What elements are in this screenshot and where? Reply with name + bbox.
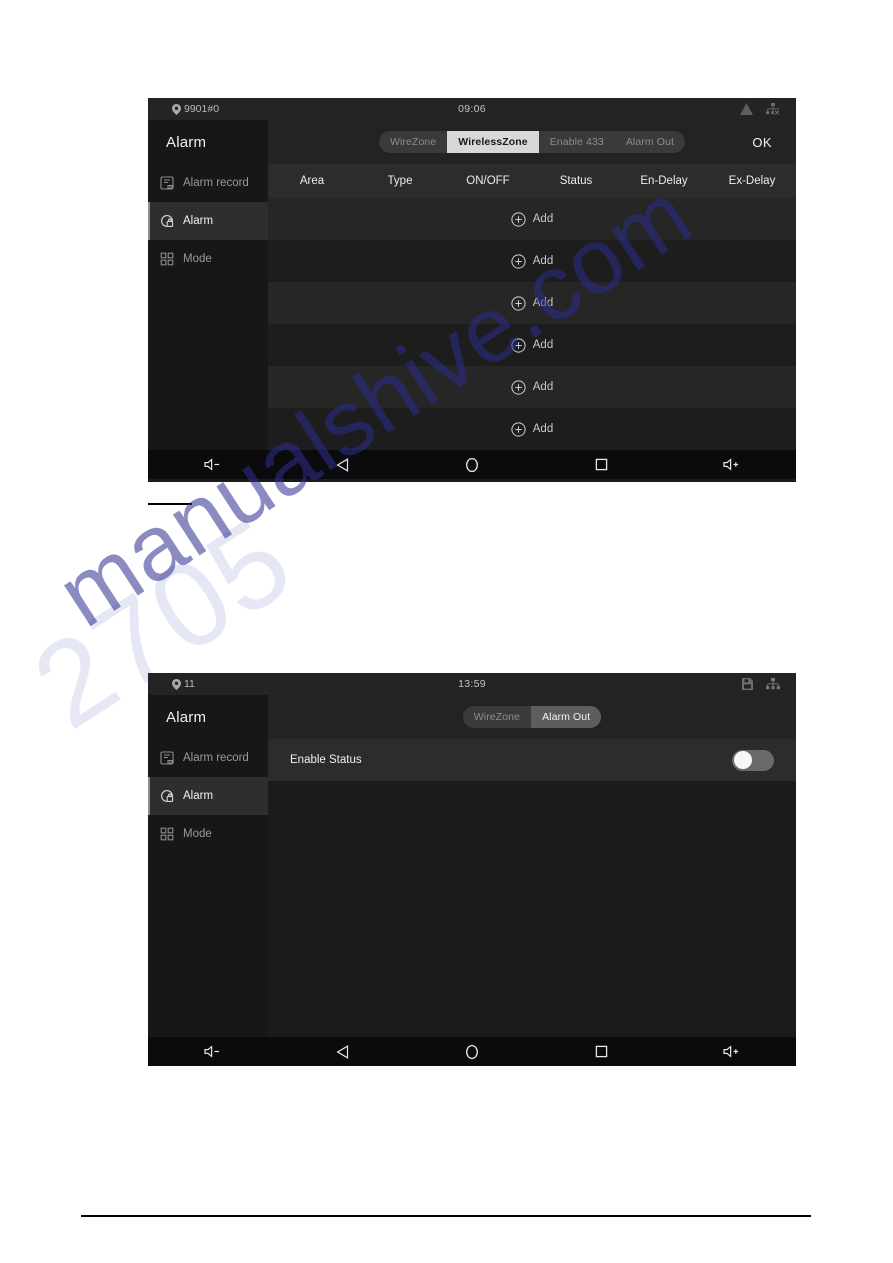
home-circle-icon[interactable] [407, 1044, 537, 1060]
sidebar-item-mode[interactable]: Mode [148, 815, 268, 853]
mode-grid-icon [160, 252, 174, 266]
add-row-label: Add [532, 255, 554, 267]
mode-grid-icon [160, 827, 174, 841]
content-area: WireZone Alarm Out Enable Status [268, 695, 796, 1037]
sidebar-item-label: Mode [183, 253, 212, 265]
tab-wirezone[interactable]: WireZone [463, 706, 531, 728]
status-time: 13:59 [458, 678, 486, 690]
sidebar-item-mode[interactable]: Mode [148, 240, 268, 278]
table-row[interactable]: Add [268, 408, 796, 450]
zone-tab-group: WireZone WirelessZone Enable 433 Alarm O… [378, 131, 685, 153]
device-screenshot-alarm-out: 11 13:59 Alarm Alarm record Alarm Mode W… [148, 673, 796, 1066]
plus-circle-icon [511, 421, 526, 437]
alarm-record-icon [160, 176, 174, 190]
device-screenshot-wireless-zone: 9901#0 09:06 Alarm Alarm record Alarm Mo… [148, 98, 796, 482]
plus-circle-icon [511, 337, 526, 353]
column-header-status: Status [559, 175, 593, 187]
column-header-en-delay: En-Delay [640, 175, 688, 187]
top-bar: WireZone WirelessZone Enable 433 Alarm O… [268, 120, 796, 164]
sidebar-item-alarm[interactable]: Alarm [148, 777, 268, 815]
column-header-onoff: ON/OFF [466, 175, 510, 187]
alarm-shield-icon [160, 214, 174, 228]
tab-alarm-out[interactable]: Alarm Out [531, 706, 602, 728]
sd-card-icon [742, 678, 753, 690]
sidebar-item-alarm-record[interactable]: Alarm record [148, 164, 268, 202]
back-triangle-icon[interactable] [278, 457, 408, 472]
alarm-record-icon [160, 751, 174, 765]
content-area: WireZone WirelessZone Enable 433 Alarm O… [268, 120, 796, 450]
table-row[interactable]: Add [268, 366, 796, 408]
column-header-ex-delay: Ex-Delay [728, 175, 776, 187]
alarm-shield-icon [160, 789, 174, 803]
page-rule-short [148, 503, 192, 505]
sidebar: Alarm Alarm record Alarm Mode [148, 695, 268, 1037]
tab-enable-433[interactable]: Enable 433 [539, 131, 615, 153]
screen-body: Alarm Alarm record [148, 695, 796, 1037]
home-circle-icon[interactable] [407, 457, 537, 473]
toggle-knob [733, 751, 752, 769]
status-bar: 9901#0 09:06 [148, 98, 796, 120]
volume-up-icon[interactable] [666, 1045, 796, 1058]
sidebar-item-label: Alarm record [183, 177, 249, 189]
android-nav-bar [148, 450, 796, 479]
page-rule-bottom [81, 1215, 811, 1217]
volume-down-icon[interactable] [148, 1045, 278, 1058]
table-row[interactable]: Add [268, 240, 796, 282]
sidebar-item-label: Mode [183, 828, 212, 840]
page-title: Alarm [166, 134, 207, 151]
top-bar: WireZone Alarm Out [268, 695, 796, 739]
column-header-type: Type [387, 175, 413, 187]
table-row[interactable]: Add [268, 198, 796, 240]
table-row[interactable]: Add [268, 324, 796, 366]
tab-wirelesszone[interactable]: WirelessZone [447, 131, 539, 153]
volume-up-icon[interactable] [666, 458, 796, 471]
android-nav-bar [148, 1037, 796, 1066]
plus-circle-icon [511, 295, 526, 311]
volume-down-icon[interactable] [148, 458, 278, 471]
screen-body: Alarm Alarm record [148, 120, 796, 450]
add-row-label: Add [532, 339, 554, 351]
add-row-label: Add [532, 213, 554, 225]
sidebar-item-alarm[interactable]: Alarm [148, 202, 268, 240]
tab-alarm-out[interactable]: Alarm Out [615, 131, 685, 153]
ethernet-icon [766, 677, 780, 691]
enable-status-toggle[interactable] [732, 749, 774, 771]
back-triangle-icon[interactable] [278, 1044, 408, 1059]
ok-button[interactable]: OK [752, 135, 772, 150]
empty-content-area [268, 781, 796, 1037]
zone-tab-group: WireZone Alarm Out [462, 706, 602, 728]
add-row-label: Add [532, 297, 554, 309]
sidebar: Alarm Alarm record Alarm Mode [148, 120, 268, 450]
page-title: Alarm [166, 709, 207, 726]
sidebar-item-label: Alarm record [183, 752, 249, 764]
warning-triangle-icon [740, 103, 753, 115]
plus-circle-icon [511, 211, 526, 227]
plus-circle-icon [511, 253, 526, 269]
enable-status-label: Enable Status [290, 754, 362, 766]
status-bar: 11 13:59 [148, 673, 796, 695]
add-row-label: Add [532, 423, 554, 435]
ethernet-disconnected-icon [766, 102, 780, 116]
table-row[interactable]: Add [268, 282, 796, 324]
sidebar-item-alarm-record[interactable]: Alarm record [148, 739, 268, 777]
recents-square-icon[interactable] [537, 1045, 667, 1058]
setting-row-enable-status: Enable Status [268, 739, 796, 781]
sidebar-item-label: Alarm [183, 790, 214, 802]
table-header: Area Type ON/OFF Status En-Delay Ex-Dela… [268, 164, 796, 198]
column-header-area: Area [299, 175, 325, 187]
plus-circle-icon [511, 379, 526, 395]
status-time: 09:06 [458, 103, 486, 115]
tab-wirezone[interactable]: WireZone [379, 131, 447, 153]
sidebar-item-label: Alarm [183, 215, 214, 227]
add-row-label: Add [532, 381, 554, 393]
recents-square-icon[interactable] [537, 458, 667, 471]
